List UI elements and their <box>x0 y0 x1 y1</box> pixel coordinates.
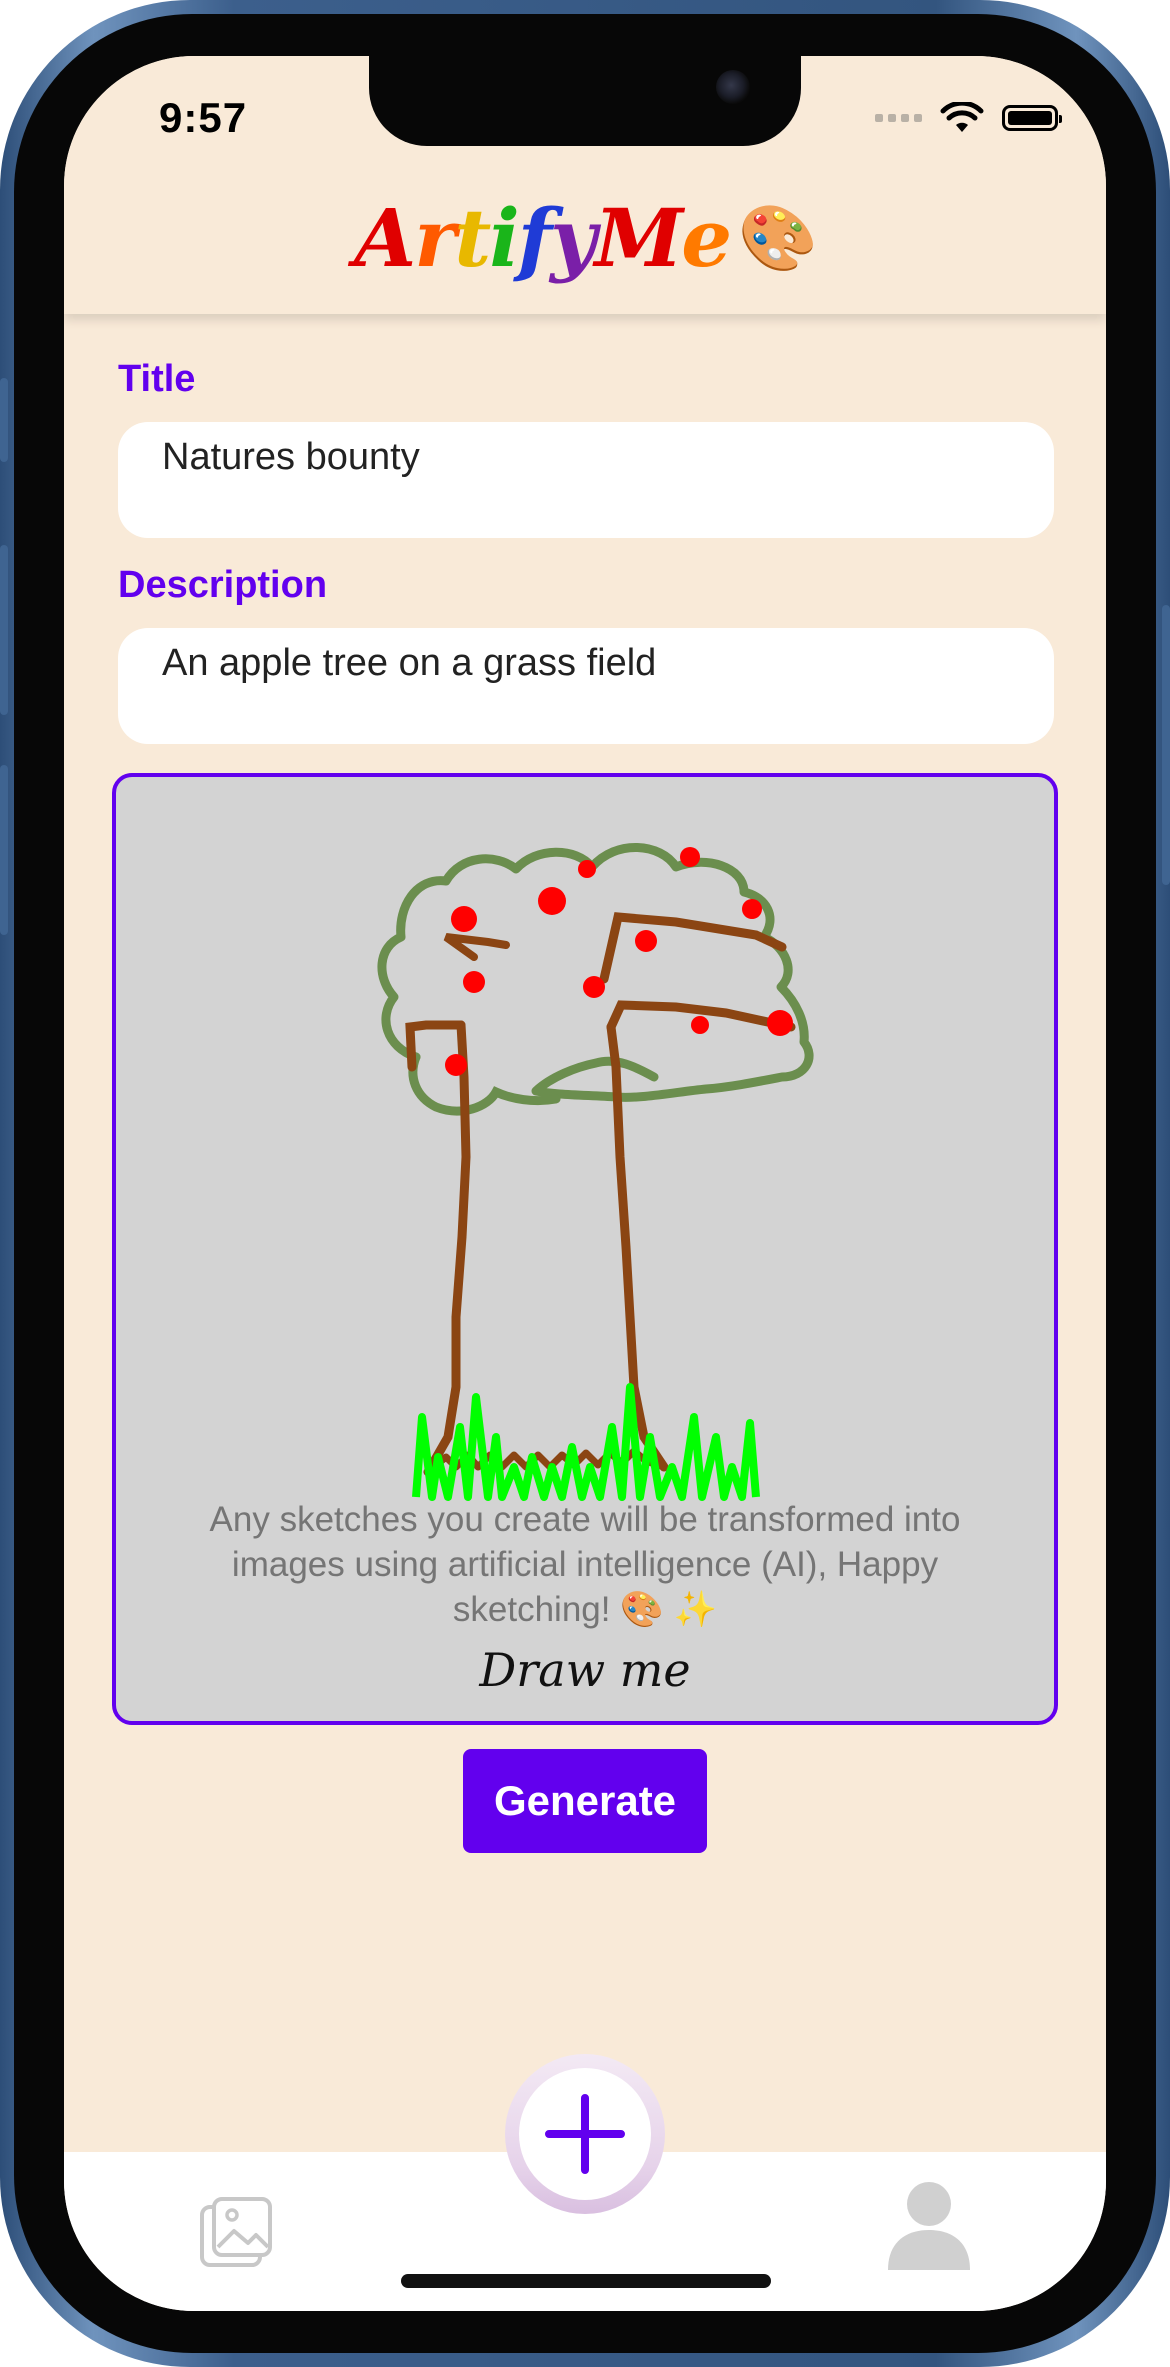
power-button <box>1162 605 1170 885</box>
sketch-hint: Any sketches you create will be transfor… <box>209 1500 961 1629</box>
title-field[interactable]: Natures bounty <box>118 422 1054 538</box>
plus-icon <box>545 2094 625 2174</box>
cellular-signal-icon <box>875 114 922 122</box>
logo-letter: e <box>681 191 732 285</box>
logo-letter: y <box>550 191 597 285</box>
gallery-icon[interactable] <box>198 2195 274 2271</box>
logo-letter: A <box>354 191 416 285</box>
sketch-grass <box>412 1383 760 1501</box>
add-button[interactable] <box>505 2054 665 2214</box>
add-button-inner <box>519 2068 651 2200</box>
logo-letter: i <box>489 191 519 285</box>
logo-letter: r <box>414 191 456 285</box>
notch <box>369 56 801 146</box>
front-camera <box>716 70 750 104</box>
generate-button[interactable]: Generate <box>463 1749 707 1853</box>
mute-switch <box>0 378 8 462</box>
app-logo-text: ArtifyMe <box>354 191 732 285</box>
sketch-trunk-left <box>423 1020 471 1477</box>
wifi-icon <box>940 102 984 132</box>
logo-letter: t <box>454 191 491 285</box>
sketch-branch-upper <box>599 912 787 984</box>
battery-icon <box>1002 105 1062 131</box>
sketch-canvas[interactable]: Any sketches you create will be transfor… <box>112 773 1058 1725</box>
logo-letter: M <box>594 191 684 285</box>
status-time: 9:57 <box>159 94 248 141</box>
logo-letter: f <box>517 191 552 285</box>
status-icons <box>875 102 1062 134</box>
description-field[interactable]: An apple tree on a grass field <box>118 628 1054 744</box>
profile-icon[interactable] <box>886 2180 972 2272</box>
volume-up-button <box>0 545 8 715</box>
screen: 9:57 ArtifyMe 🎨 Title Natures bounty Desc… <box>64 56 1106 2311</box>
volume-down-button <box>0 765 8 935</box>
sketch-branch-left-upper <box>443 933 510 961</box>
app-logo: ArtifyMe 🎨 <box>64 188 1106 289</box>
sketch-canopy <box>377 843 814 1102</box>
title-label: Title <box>118 358 196 400</box>
home-indicator <box>401 2274 771 2288</box>
draw-me-label: Draw me <box>479 1643 691 1697</box>
description-label: Description <box>118 564 328 606</box>
palette-icon: 🎨 <box>738 201 818 276</box>
sketch-canopy-left <box>408 1052 561 1116</box>
